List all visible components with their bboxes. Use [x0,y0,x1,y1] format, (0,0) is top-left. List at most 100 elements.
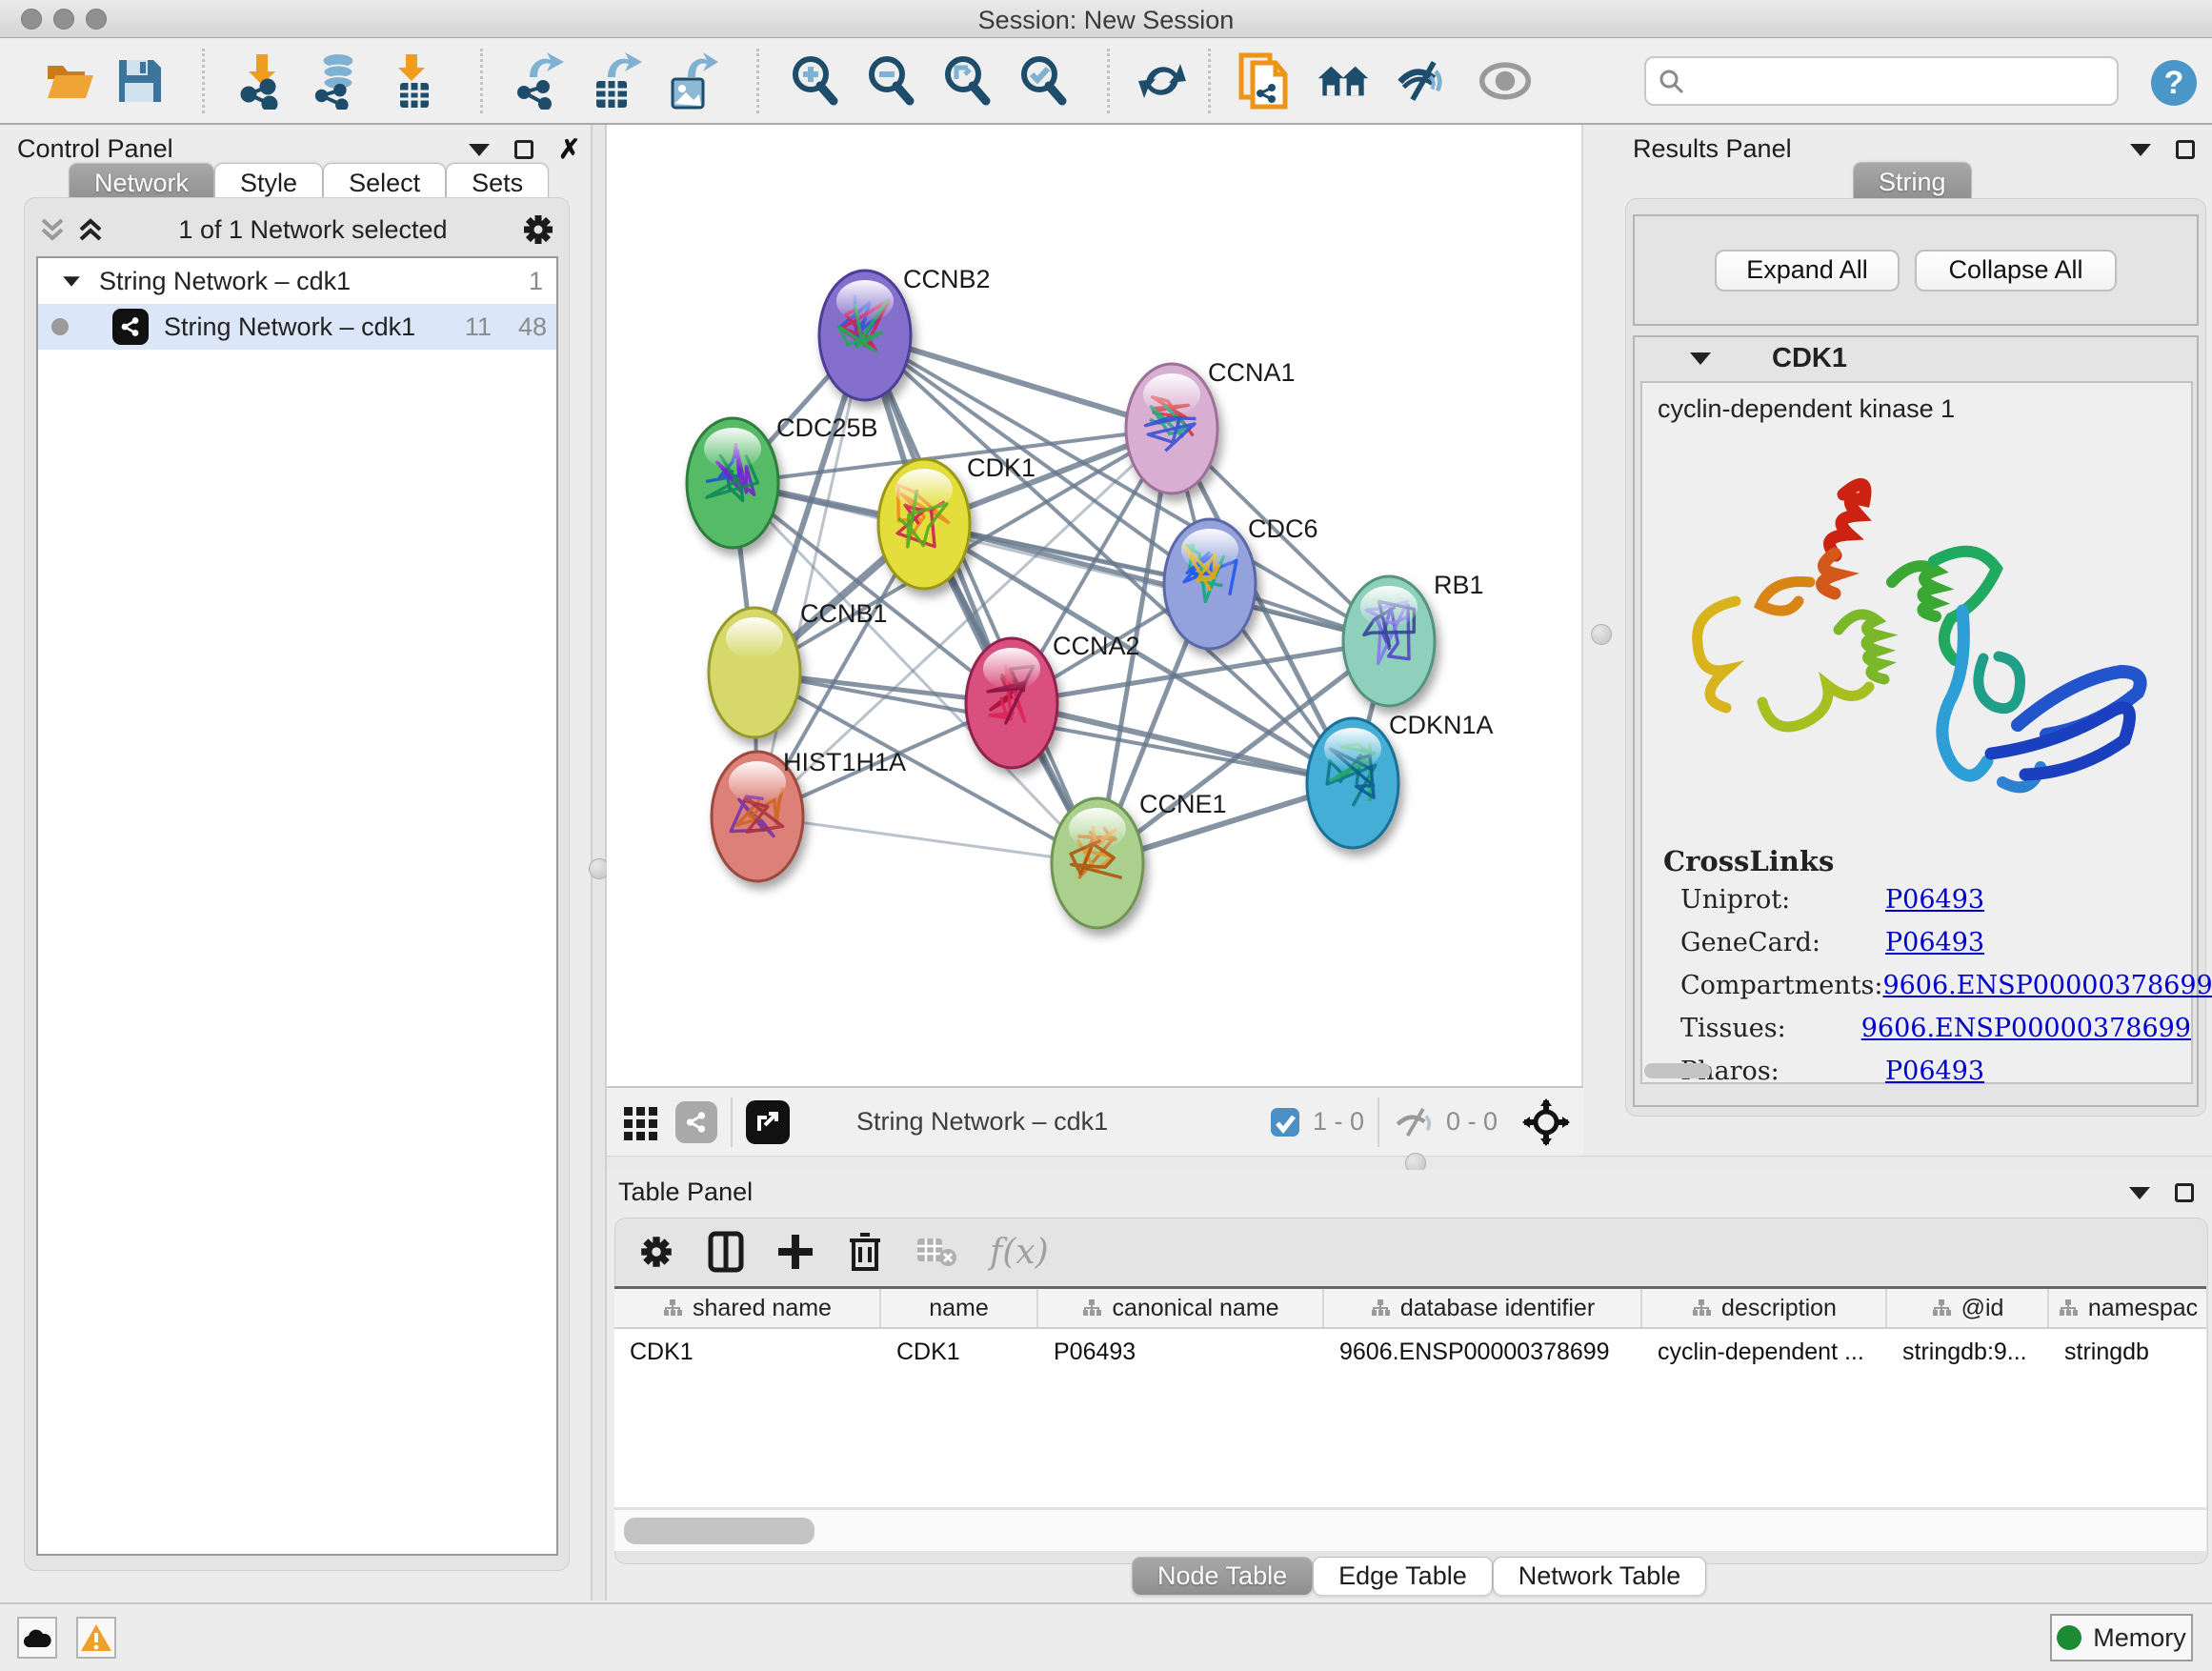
table-hscrollbar-track[interactable] [614,1509,2206,1551]
cloud-status-button[interactable] [17,1617,57,1659]
crosslink-value[interactable]: 9606.ENSP00000378699 [1882,971,2212,1000]
expand-all-button[interactable]: Expand All [1715,250,1900,292]
add-column-icon[interactable] [776,1233,814,1271]
network-node-CDKN1A[interactable] [1307,718,1398,848]
export-table-button[interactable] [589,52,642,110]
hidden-eye-icon[interactable] [1393,1103,1437,1141]
zoom-fit-button[interactable] [939,52,993,110]
panel-float-icon[interactable] [514,140,533,159]
bottom-splitter[interactable] [607,1156,2212,1170]
panel-float-icon[interactable] [2175,1183,2194,1202]
collapse-all-icon[interactable] [37,214,68,245]
gene-header[interactable]: CDK1 [1635,337,2197,379]
selected-checkbox-icon[interactable] [1269,1106,1301,1138]
panel-menu-icon[interactable] [2130,144,2151,156]
delete-column-icon[interactable] [847,1231,883,1273]
network-node-CDK1[interactable] [878,459,970,589]
import-database-button[interactable] [311,52,364,110]
show-columns-icon[interactable] [708,1231,744,1273]
column-header-canonical-name[interactable]: canonical name [1038,1289,1324,1327]
grid-mode-icon[interactable] [620,1101,662,1143]
tab-edge-table[interactable]: Edge Table [1313,1557,1493,1595]
warnings-button[interactable] [76,1617,116,1659]
refresh-button[interactable] [1136,52,1189,110]
right-splitter[interactable] [1583,125,1619,1156]
collapse-all-button[interactable]: Collapse All [1915,250,2117,292]
network-graph[interactable]: CCNB2CCNA1CDC25BCDK1CDC6RB1CCNB1CCNA2CDK… [607,125,1583,1086]
panel-menu-icon[interactable] [2129,1187,2150,1199]
expand-all-icon[interactable] [75,214,106,245]
function-builder-button[interactable]: f(x) [990,1233,1049,1272]
panel-menu-icon[interactable] [469,144,490,156]
network-row-selected[interactable]: String Network – cdk1 11 48 [38,304,556,350]
right-splitter-handle[interactable] [1591,624,1612,645]
network-node-CCNE1[interactable] [1052,798,1143,928]
panel-close-icon[interactable]: ✗ [558,140,580,159]
hide-selected-button[interactable] [1397,52,1450,110]
crosshair-icon[interactable] [1522,1098,1570,1146]
network-collection-row[interactable]: String Network – cdk1 1 [38,258,556,304]
import-table-button[interactable] [387,52,440,110]
network-node-CCNB2[interactable] [819,271,911,400]
panel-float-icon[interactable] [2176,140,2195,159]
left-splitter[interactable] [593,125,607,1601]
copy-network-button[interactable] [1237,52,1290,110]
table-cell[interactable]: P06493 [1038,1329,1324,1375]
column-header-namespac[interactable]: namespac [2049,1289,2208,1327]
help-button[interactable]: ? [2149,58,2199,108]
table-cell[interactable]: stringdb:9... [1887,1329,2049,1375]
network-node-CCNA1[interactable] [1126,364,1217,493]
table-cell[interactable]: cyclin-dependent ... [1642,1329,1887,1375]
results-hscrollbar[interactable] [1644,1063,1711,1078]
zoom-out-button[interactable] [863,52,916,110]
gene-disclosure-icon[interactable] [1690,352,1711,365]
show-all-button[interactable] [1478,52,1532,110]
crosslink-value[interactable]: P06493 [1885,928,1984,957]
memory-button[interactable]: Memory [2050,1614,2193,1661]
toolbar-separator [480,49,483,113]
string-tab-icon[interactable] [675,1101,717,1143]
search-input[interactable] [1684,66,2103,97]
tab-network-table[interactable]: Network Table [1493,1557,1707,1595]
tab-node-table[interactable]: Node Table [1132,1557,1313,1595]
crosslink-value[interactable]: P06493 [1885,885,1984,915]
column-header-label: description [1721,1295,1837,1322]
home-view-button[interactable] [1317,52,1370,110]
eye-slash-icon [1397,55,1450,107]
column-header-shared-name[interactable]: shared name [614,1289,881,1327]
table-cell[interactable]: CDK1 [881,1329,1038,1375]
table-settings-gear-icon[interactable] [637,1233,675,1271]
table-row[interactable]: CDK1CDK1P064939606.ENSP00000378699cyclin… [614,1329,2206,1375]
crosslink-value[interactable]: P06493 [1885,1057,1984,1086]
netbar-separator [1377,1097,1379,1147]
column-header-name[interactable]: name [881,1289,1038,1327]
network-node-RB1[interactable] [1343,576,1435,706]
network-canvas[interactable]: CCNB2CCNA1CDC25BCDK1CDC6RB1CCNB1CCNA2CDK… [607,125,1583,1086]
import-network-button[interactable] [235,52,289,110]
disclosure-triangle-icon[interactable] [63,276,80,286]
save-session-button[interactable] [112,52,166,110]
column-header-database-identifier[interactable]: database identifier [1324,1289,1642,1327]
network-node-CCNB1[interactable] [709,608,800,737]
table-cell[interactable]: 9606.ENSP00000378699 [1324,1329,1642,1375]
delete-table-icon[interactable] [915,1235,957,1269]
export-network-button[interactable] [513,52,566,110]
crosslink-value[interactable]: 9606.ENSP00000378699 [1861,1014,2191,1043]
zoom-in-button[interactable] [787,52,840,110]
network-edge-HIST1H1A-CCNE1[interactable] [757,816,1097,863]
column-header-description[interactable]: description [1642,1289,1887,1327]
network-options-gear-icon[interactable] [520,211,556,248]
tab-string[interactable]: String [1853,162,1972,202]
open-in-window-icon[interactable] [746,1100,790,1144]
network-node-CDC25B[interactable] [687,418,778,548]
table-cell[interactable]: stringdb [2049,1329,2208,1375]
network-edge-CCNB2-CCNE1[interactable] [865,335,1097,863]
table-cell[interactable]: CDK1 [614,1329,881,1375]
export-image-button[interactable] [665,52,718,110]
network-node-CDC6[interactable] [1164,519,1256,649]
open-session-button[interactable] [44,52,97,110]
zoom-selected-button[interactable] [1016,52,1069,110]
column-header--id[interactable]: @id [1887,1289,2049,1327]
table-hscrollbar-thumb[interactable] [624,1518,814,1544]
network-node-CCNA2[interactable] [966,638,1057,768]
